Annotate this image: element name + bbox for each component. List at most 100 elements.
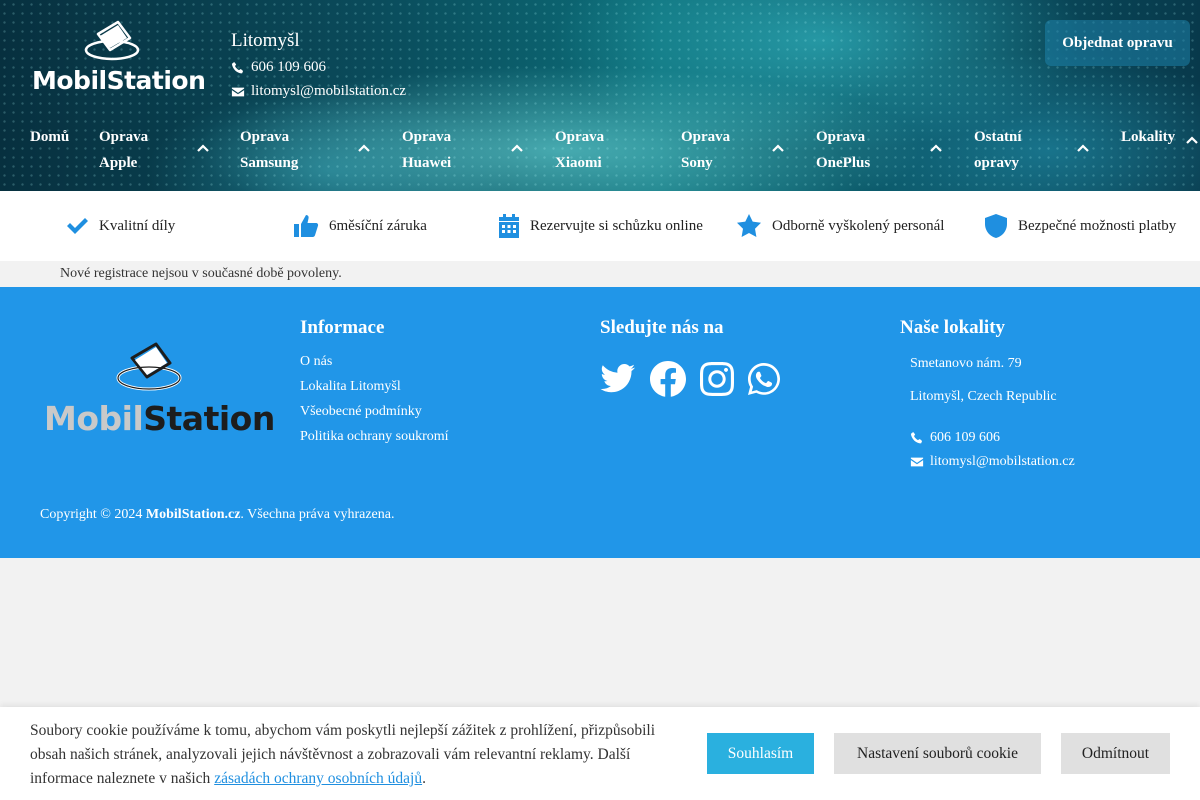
copyright: Copyright © 2024 MobilStation.cz. Všechn… [40,507,394,523]
calendar-icon [499,214,519,238]
star-icon [737,214,761,237]
nav-item-home[interactable]: Domů [30,124,69,150]
nav-label: Ostatní [974,129,1022,145]
nav-item-huawei[interactable]: Oprava Huawei [402,124,526,176]
nav-label: Oprava [816,129,866,145]
footer-social-title: Sledujte nás na [600,317,724,338]
nav-label: Xiaomi [555,155,602,171]
main-nav: Domů Oprava Apple Oprava Samsung Oprava … [0,124,1200,180]
copyright-text: Copyright © 2024 [40,507,146,522]
address-line: Litomyšl, Czech Republic [910,389,1057,404]
privacy-policy-link[interactable]: zásadách ochrany osobních údajů [214,770,422,787]
nav-label: Oprava [402,129,452,145]
header-phone-text: 606 109 606 [251,59,326,75]
footer-locations-column: Naše lokality Smetanovo nám. 79 Litomyšl… [900,317,1075,470]
header-city: Litomyšl [231,30,300,51]
instagram-icon[interactable] [700,362,734,401]
chevron-up-icon [1185,130,1199,144]
cookie-settings-button[interactable]: Nastavení souborů cookie [834,733,1041,774]
phone-icon [910,432,923,444]
feature-label: 6měsíční záruka [329,217,427,234]
nav-label: OnePlus [816,155,871,171]
nav-item-locations[interactable]: Lokality [1121,124,1200,150]
feature-secure-payment: Bezpečné možnosti platby [984,191,1176,261]
nav-item-oneplus[interactable]: Oprava OnePlus [816,124,944,176]
chevron-up-icon [357,138,371,152]
nav-item-apple[interactable]: Oprava Apple [99,124,211,176]
chevron-up-icon [771,138,785,152]
shield-icon [985,214,1007,238]
thumbs-up-icon [294,215,319,237]
footer-email-text: litomysl@mobilstation.cz [930,454,1075,469]
nav-item-xiaomi[interactable]: Oprava Xiaomi [555,124,645,176]
feature-online-booking: Rezervujte si schůzku online [498,191,703,261]
footer-link-terms[interactable]: Všeobecné podmínky [300,404,449,420]
header-hero: MobilStation Litomyšl 606 109 606 litomy… [0,0,1200,191]
header-email[interactable]: litomysl@mobilstation.cz [231,83,406,100]
site-logo[interactable]: MobilStation [30,20,206,96]
registration-notice: Nové registrace nejsou v současné době p… [0,261,1200,287]
nav-label: Samsung [240,155,299,171]
site-footer: MobilStation Informace O nás Lokalita Li… [0,287,1200,558]
header-email-text: litomysl@mobilstation.cz [251,83,407,99]
features-bar: Kvalitní díly 6měsíční záruka Rezervujte… [0,191,1200,261]
cookie-reject-button[interactable]: Odmítnout [1061,733,1170,774]
nav-item-sony[interactable]: Oprava Sony [681,124,787,176]
nav-item-samsung[interactable]: Oprava Samsung [240,124,372,176]
checkmark-icon [67,218,88,234]
footer-info-title: Informace [300,317,385,338]
feature-quality-parts: Kvalitní díly [65,191,175,261]
logo-icon [116,342,182,391]
logo-text: MobilStation [32,66,206,95]
footer-link-location[interactable]: Lokalita Litomyšl [300,379,449,395]
footer-info-column: Informace O nás Lokalita Litomyšl Všeobe… [300,317,449,445]
cookie-accept-button[interactable]: Souhlasím [707,733,814,774]
nav-label: Oprava [555,129,605,145]
logo-icon [84,20,140,61]
notice-text: Nové registrace nejsou v současné době p… [60,266,342,281]
feature-label: Kvalitní díly [99,217,176,234]
logo-text-part: Mobil [44,399,144,438]
whatsapp-icon[interactable] [748,363,780,400]
order-repair-button[interactable]: Objednat opravu [1045,20,1190,66]
footer-logo[interactable]: MobilStation [44,341,275,441]
cookie-banner: Soubory cookie používáme k tomu, abychom… [0,707,1200,800]
header-phone[interactable]: 606 109 606 [231,59,406,76]
footer-phone-text: 606 109 606 [930,430,1000,445]
nav-label: Oprava [240,129,290,145]
feature-label: Bezpečné možnosti platby [1018,217,1177,234]
chevron-up-icon [1076,138,1090,152]
footer-phone[interactable]: 606 109 606 [910,430,1075,446]
nav-label: opravy [974,155,1019,171]
footer-email[interactable]: litomysl@mobilstation.cz [910,454,1075,470]
footer-link-privacy[interactable]: Politika ochrany soukromí [300,429,449,445]
copyright-text: . Všechna práva vyhrazena. [240,507,395,522]
envelope-icon [910,457,924,467]
header-contact: Litomyšl 606 109 606 litomysl@mobilstati… [231,30,406,100]
cookie-text: Soubory cookie používáme k tomu, abychom… [30,719,690,791]
twitter-icon[interactable] [600,364,636,399]
nav-label: Huawei [402,155,452,171]
feature-label: Rezervujte si schůzku online [530,217,703,234]
copyright-brand[interactable]: MobilStation.cz [146,507,241,522]
cookie-message-end: . [422,770,426,787]
nav-item-other-repairs[interactable]: Ostatní opravy [974,124,1092,176]
nav-label: Oprava [99,129,149,145]
chevron-up-icon [929,138,943,152]
envelope-icon [231,87,245,96]
social-links [600,361,780,402]
nav-label: Domů [30,129,70,145]
logo-text-part: Station [143,399,275,438]
chevron-up-icon [510,138,524,152]
footer-locations-title: Naše lokality [900,317,1006,338]
facebook-icon[interactable] [650,361,686,402]
feature-warranty: 6měsíční záruka [293,191,427,261]
footer-link-about[interactable]: O nás [300,354,449,370]
address-line: Smetanovo nám. 79 [910,356,1022,371]
feature-trained-staff: Odborně vyškolený personál [736,191,944,261]
footer-logo-text: MobilStation [44,399,275,438]
nav-label: Apple [99,155,138,171]
chevron-up-icon [196,138,210,152]
feature-label: Odborně vyškolený personál [772,217,945,234]
phone-icon [231,61,244,73]
